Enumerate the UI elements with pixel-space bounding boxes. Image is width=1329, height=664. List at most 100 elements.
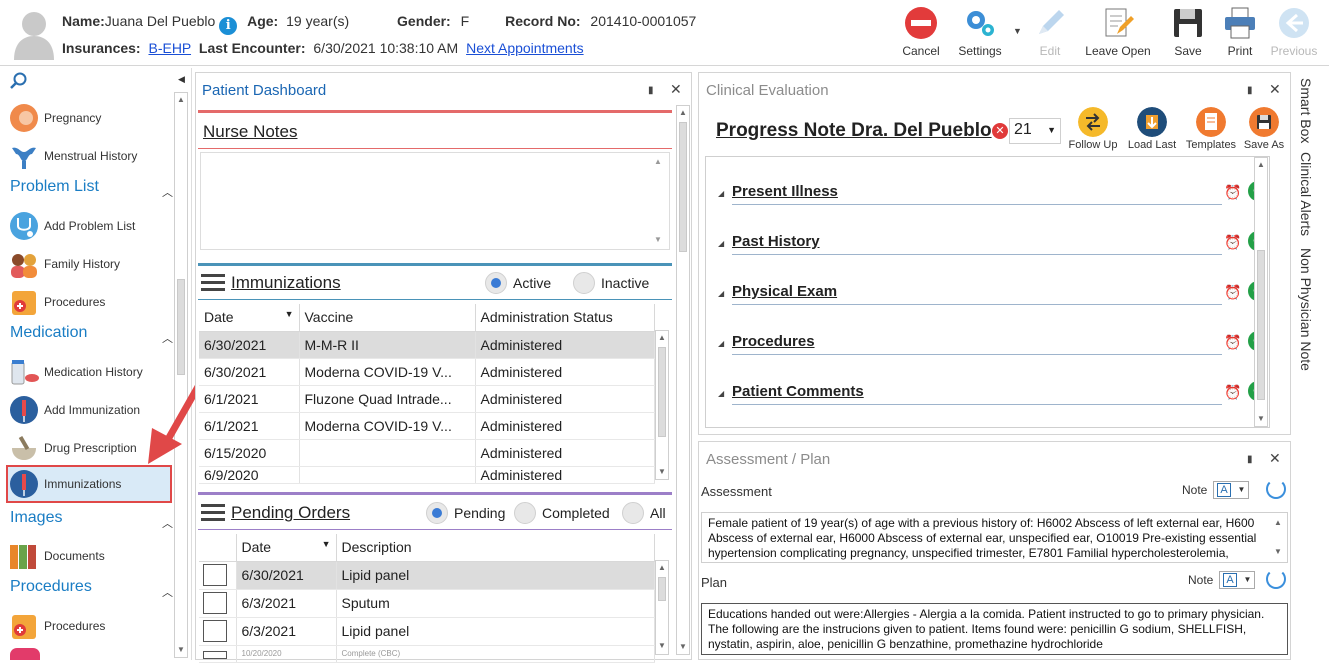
section-present-illness[interactable]: ◢ Present Illness ⏰ + <box>718 175 1268 215</box>
column-header-status[interactable]: Administration Status <box>475 304 655 332</box>
info-icon[interactable]: i <box>219 17 238 35</box>
scroll-thumb[interactable] <box>1257 250 1265 400</box>
section-problem-list[interactable]: Problem List <box>10 178 99 196</box>
table-row[interactable]: 6/30/2021 M-M-R II Administered <box>199 331 655 359</box>
immunizations-scrollbar[interactable]: ▲ ▼ <box>655 330 669 480</box>
close-icon[interactable]: ✕ <box>1269 81 1281 98</box>
leave-open-button[interactable]: Leave Open <box>1083 6 1153 62</box>
chevron-up-icon[interactable]: ︿ <box>162 184 173 200</box>
row-checkbox[interactable] <box>203 564 227 586</box>
close-icon[interactable]: ✕ <box>1269 450 1281 467</box>
dashboard-scrollbar[interactable]: ▲ ▼ <box>676 105 690 655</box>
tab-smart-box[interactable]: Smart Box <box>1298 78 1314 143</box>
close-icon[interactable]: ✕ <box>670 81 682 98</box>
scroll-up-icon[interactable]: ▲ <box>679 108 687 117</box>
table-row[interactable]: 6/9/2020 Administered <box>199 466 655 484</box>
scroll-up-icon[interactable]: ▲ <box>658 333 666 342</box>
scroll-up-icon[interactable]: ▲ <box>654 157 662 166</box>
section-images[interactable]: Images <box>10 509 62 527</box>
nav-item-immunizations[interactable]: Immunizations <box>6 465 172 503</box>
radio-completed[interactable]: Completed <box>514 502 610 524</box>
insurance-link[interactable]: B-EHP <box>148 40 191 56</box>
previous-button[interactable]: Previous <box>1264 6 1324 62</box>
sections-scrollbar[interactable]: ▲ ▼ <box>1254 157 1268 427</box>
radio-inactive[interactable]: Inactive <box>573 272 649 294</box>
note-format-dropdown[interactable]: A ▼ <box>1213 481 1250 499</box>
row-checkbox[interactable] <box>203 620 227 642</box>
alarm-clock-icon[interactable]: ⏰ <box>1224 234 1241 251</box>
cancel-button[interactable]: Cancel <box>891 6 951 62</box>
scroll-down-icon[interactable]: ▼ <box>1257 414 1265 423</box>
print-button[interactable]: Print <box>1210 6 1270 62</box>
tab-non-physician-note[interactable]: Non Physician Note <box>1298 248 1314 371</box>
scroll-thumb[interactable] <box>658 577 666 601</box>
nav-item-menstrual-history[interactable]: Menstrual History <box>8 139 168 173</box>
tab-clinical-alerts[interactable]: Clinical Alerts <box>1298 152 1314 236</box>
section-procedures[interactable]: Procedures <box>10 578 92 596</box>
expand-icon[interactable]: ◢ <box>718 289 724 298</box>
column-header-select[interactable] <box>199 534 237 562</box>
scroll-up-icon[interactable]: ▲ <box>177 95 185 104</box>
table-row[interactable]: 6/30/2021 Lipid panel <box>199 561 655 590</box>
expand-icon[interactable]: ◢ <box>718 339 724 348</box>
nav-item-procedures-2[interactable]: Procedures <box>8 609 168 643</box>
scroll-thumb[interactable] <box>658 347 666 437</box>
table-row[interactable]: 6/30/2021 Moderna COVID-19 V... Administer… <box>199 358 655 386</box>
table-row[interactable]: 6/1/2021 Fluzone Quad Intrade... Administe… <box>199 385 655 413</box>
pin-icon[interactable]: ▮ <box>1247 454 1253 465</box>
nav-item-documents[interactable]: Documents <box>8 539 168 573</box>
menu-icon[interactable] <box>201 504 225 522</box>
alarm-clock-icon[interactable]: ⏰ <box>1224 284 1241 301</box>
nav-item-procedures[interactable]: Procedures <box>8 285 168 319</box>
column-header-vaccine[interactable]: Vaccine <box>299 304 476 332</box>
assessment-note-select[interactable]: Note A ▼ <box>1182 481 1250 499</box>
templates-button[interactable]: Templates <box>1182 107 1240 151</box>
scroll-down-icon[interactable]: ▼ <box>177 645 185 654</box>
pin-icon[interactable]: ▮ <box>1247 85 1253 96</box>
save-as-button[interactable]: Save As <box>1239 107 1289 151</box>
orders-scrollbar[interactable]: ▲ ▼ <box>655 560 669 655</box>
search-icon[interactable] <box>10 72 28 90</box>
save-button[interactable]: Save <box>1158 6 1218 62</box>
load-last-button[interactable]: Load Last <box>1124 107 1180 151</box>
section-physical-exam[interactable]: ◢ Physical Exam ⏰ + <box>718 275 1268 315</box>
scroll-up-icon[interactable]: ▲ <box>1257 160 1265 169</box>
table-row[interactable]: 10/20/2020 Complete (CBC) <box>199 645 655 663</box>
settings-button[interactable]: Settings <box>950 6 1010 62</box>
section-procedures[interactable]: ◢ Procedures ⏰ + <box>718 325 1268 365</box>
nav-item-family-history[interactable]: Family History <box>8 247 168 281</box>
remove-icon[interactable]: ✕ <box>992 123 1008 139</box>
nurse-notes-input[interactable] <box>200 152 670 250</box>
assessment-text[interactable]: Female patient of 19 year(s) of age with… <box>701 512 1288 563</box>
scroll-down-icon[interactable]: ▼ <box>1274 547 1282 556</box>
expand-icon[interactable]: ◢ <box>718 189 724 198</box>
refresh-icon[interactable] <box>1266 569 1286 589</box>
next-appointments-link[interactable]: Next Appointments <box>466 40 584 56</box>
scroll-up-icon[interactable]: ▲ <box>658 563 666 572</box>
radio-active[interactable]: Active <box>485 272 551 294</box>
expand-icon[interactable]: ◢ <box>718 239 724 248</box>
follow-up-button[interactable]: Follow Up <box>1065 107 1121 151</box>
edit-button[interactable]: Edit <box>1020 6 1080 62</box>
table-row[interactable]: 6/15/2020 Administered <box>199 439 655 467</box>
scroll-down-icon[interactable]: ▼ <box>679 642 687 651</box>
scroll-down-icon[interactable]: ▼ <box>654 235 662 244</box>
scroll-down-icon[interactable]: ▼ <box>658 467 666 476</box>
section-patient-comments[interactable]: ◢ Patient Comments ⏰ + <box>718 375 1268 415</box>
scroll-down-icon[interactable]: ▼ <box>658 641 666 650</box>
scroll-thumb[interactable] <box>679 122 687 252</box>
column-header-date[interactable]: Date ▼ <box>199 304 300 332</box>
row-checkbox[interactable] <box>203 592 227 614</box>
note-format-dropdown[interactable]: A ▼ <box>1219 571 1256 589</box>
nav-item-add-problem-list[interactable]: Add Problem List <box>8 209 168 243</box>
column-header-description[interactable]: Description <box>336 534 655 562</box>
nav-item-pregnancy[interactable]: Pregnancy <box>8 101 168 135</box>
alarm-clock-icon[interactable]: ⏰ <box>1224 384 1241 401</box>
chevron-up-icon[interactable]: ︿ <box>162 515 173 531</box>
expand-icon[interactable]: ◢ <box>718 389 724 398</box>
plan-text[interactable]: Educations handed out were:Allergies - A… <box>701 603 1288 655</box>
table-row[interactable]: 6/3/2021 Sputum <box>199 589 655 618</box>
alarm-clock-icon[interactable]: ⏰ <box>1224 334 1241 351</box>
row-checkbox[interactable] <box>203 650 227 659</box>
menu-icon[interactable] <box>201 274 225 292</box>
